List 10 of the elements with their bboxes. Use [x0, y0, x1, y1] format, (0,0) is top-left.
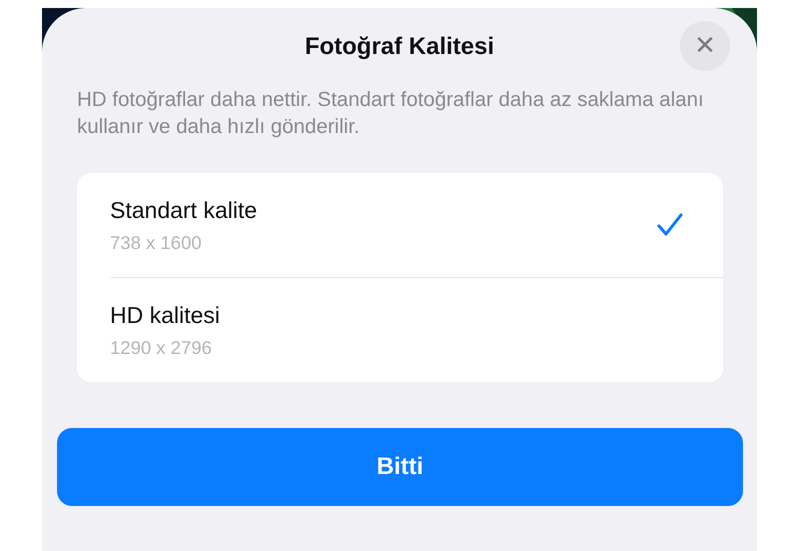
- resolution-text: 738 x 1600: [110, 232, 203, 254]
- sheet-title: Fotoğraf Kalitesi: [304, 33, 494, 61]
- option-label: Standart kalite: [110, 196, 258, 224]
- done-button[interactable]: Bitti: [57, 428, 743, 506]
- option-label: HD kalitesi: [110, 302, 221, 328]
- quality-option[interactable]: Standart kalite 738 x 1600: [77, 173, 723, 277]
- resolution-text: 1290 x 2796: [110, 336, 213, 358]
- quality-option[interactable]: HD kalitesi 1290 x 2796: [110, 277, 723, 382]
- checkmark-icon: [657, 212, 683, 238]
- description-text: HD fotoğraflar daha nettir. Standart fotoğraflar daha az saklama alanı kullanır ve daha hızlı gönderilir.: [77, 87, 705, 140]
